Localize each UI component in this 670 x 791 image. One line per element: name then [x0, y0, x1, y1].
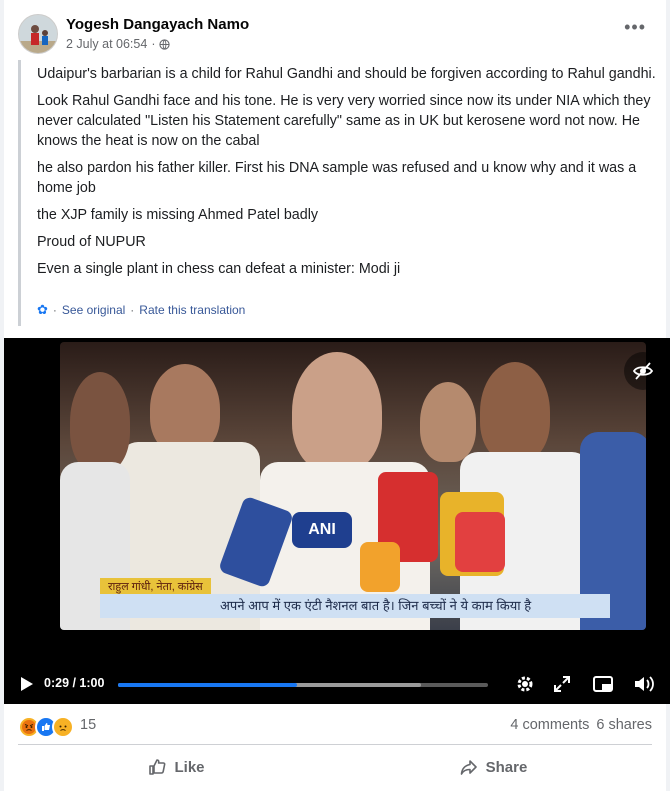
video-progress-fill: [118, 683, 297, 687]
background-person: [480, 362, 550, 462]
video-caption: अपने आप में एक एंटी नैशनल बात है। जिन बच…: [100, 594, 610, 618]
fullscreen-icon[interactable]: [551, 673, 573, 695]
hide-icon[interactable]: [624, 352, 662, 390]
gear-icon[interactable]: ✿: [37, 302, 48, 318]
comment-share-counts: 4 comments 6 shares: [510, 717, 652, 733]
post-header: Yogesh Dangayach Namo 2 July at 06:54 · …: [18, 14, 652, 58]
post-paragraph: Udaipur's barbarian is a child for Rahul…: [37, 66, 656, 82]
comments-count[interactable]: 4 comments: [510, 717, 589, 733]
video-controls: 0:29 / 1:00: [4, 664, 670, 704]
speaker-face: [292, 352, 382, 472]
share-button-label: Share: [485, 758, 528, 776]
video-progress-bar[interactable]: [118, 683, 488, 687]
post-card: Yogesh Dangayach Namo 2 July at 06:54 · …: [4, 0, 670, 791]
video-time: 0:29 / 1:00: [44, 676, 105, 690]
post-paragraph: Look Rahul Gandhi face and his tone. He …: [37, 93, 651, 149]
sad-reaction-icon: [52, 716, 74, 738]
play-icon[interactable]: [20, 676, 34, 692]
volume-icon[interactable]: [632, 673, 654, 695]
avatar[interactable]: [18, 14, 58, 54]
meta-separator: ·: [151, 37, 156, 51]
thumbs-up-icon: [149, 759, 166, 775]
author-name[interactable]: Yogesh Dangayach Namo: [66, 16, 249, 33]
post-text: Udaipur's barbarian is a child for Rahul…: [37, 64, 661, 286]
background-person: [420, 382, 476, 462]
post-text-block: Udaipur's barbarian is a child for Rahul…: [18, 60, 661, 326]
video-player[interactable]: ANI राहुल गांधी, नेता, कांग्रेस अपने आप …: [4, 338, 670, 704]
microphone: [455, 512, 505, 572]
background-person: [150, 364, 220, 454]
post-actions: Like Share: [18, 750, 652, 784]
post-timestamp[interactable]: 2 July at 06:54: [66, 37, 147, 51]
video-frame[interactable]: ANI राहुल गांधी, नेता, कांग्रेस अपने आप …: [60, 342, 646, 630]
post-paragraph: the XJP family is missing Ahmed Patel ba…: [37, 207, 319, 223]
rate-translation-link[interactable]: Rate this translation: [139, 303, 245, 317]
like-button[interactable]: Like: [18, 750, 335, 784]
like-button-label: Like: [174, 758, 205, 776]
translation-bar: ✿ · See original · Rate this translation: [37, 302, 245, 318]
engagement-stats: 15 4 comments 6 shares: [18, 714, 652, 738]
divider: [18, 744, 652, 745]
more-options-button[interactable]: •••: [624, 18, 646, 36]
background-person: [70, 372, 130, 472]
share-button[interactable]: Share: [335, 750, 652, 784]
post-paragraph: he also pardon his father killer. First …: [37, 160, 637, 196]
video-name-tag: राहुल गांधी, नेता, कांग्रेस: [100, 578, 211, 595]
reaction-count[interactable]: 15: [80, 717, 96, 733]
reactions-summary[interactable]: [18, 716, 74, 738]
picture-in-picture-icon[interactable]: [592, 673, 614, 695]
settings-gear-icon[interactable]: [514, 673, 536, 695]
ani-microphone: ANI: [292, 512, 352, 548]
post-paragraph: Even a single plant in chess can defeat …: [37, 261, 401, 277]
translation-separator: ·: [52, 303, 57, 317]
shares-count[interactable]: 6 shares: [596, 717, 652, 733]
microphone: [360, 542, 400, 592]
share-arrow-icon: [460, 760, 477, 775]
see-original-link[interactable]: See original: [62, 303, 125, 317]
globe-icon: [159, 38, 171, 50]
post-meta: 2 July at 06:54 ·: [66, 37, 171, 51]
translation-separator: ·: [130, 303, 135, 317]
post-paragraph: Proud of NUPUR: [37, 234, 146, 250]
